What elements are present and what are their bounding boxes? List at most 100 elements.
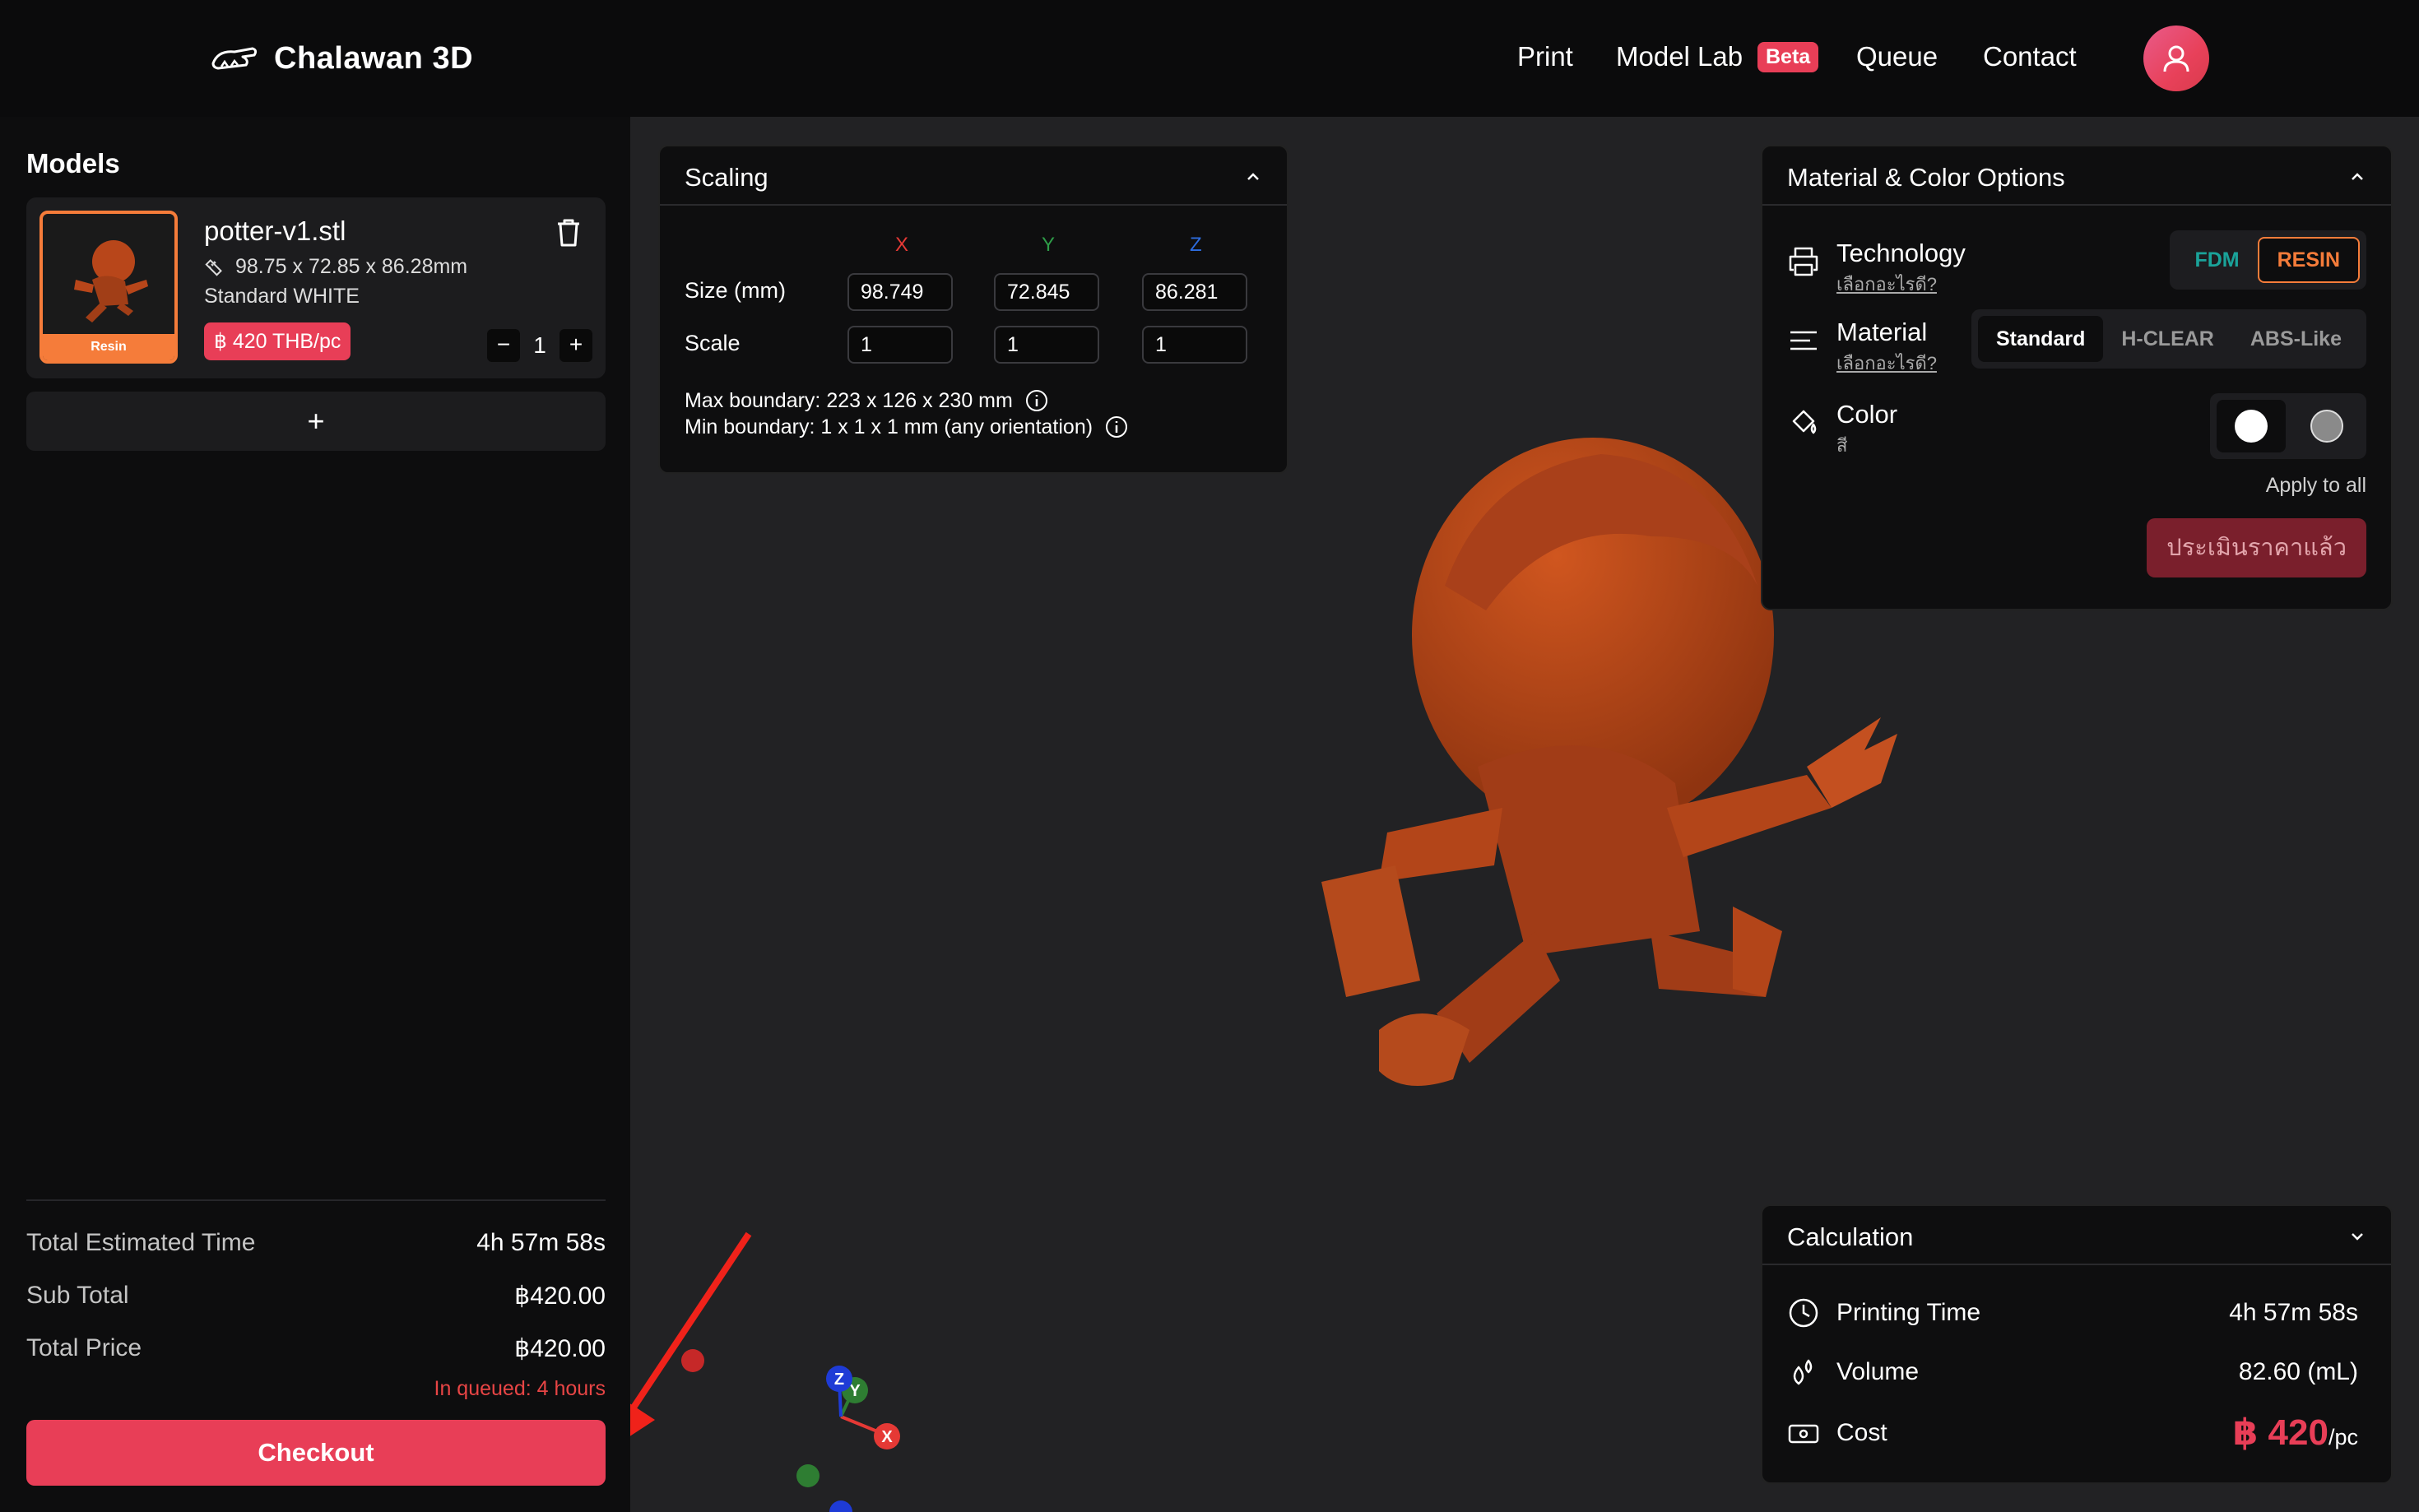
checkout-button[interactable]: Checkout: [26, 1420, 606, 1486]
grey-swatch: [2310, 410, 2343, 443]
cost-unit: /pc: [2328, 1425, 2358, 1449]
model-thumbnail[interactable]: Resin: [39, 211, 178, 364]
color-row: Color สี: [1787, 400, 1897, 460]
summary-divider: [26, 1199, 606, 1201]
cost-display: ฿ 420/pc: [2233, 1412, 2358, 1454]
technology-label: Technology: [1836, 239, 1966, 267]
nav-contact[interactable]: Contact: [1983, 41, 2077, 72]
user-icon: [2163, 45, 2189, 72]
quantity-stepper: − 1 +: [487, 329, 592, 362]
trash-icon[interactable]: [555, 217, 583, 248]
gizmo-z-label: Z: [834, 1371, 844, 1389]
scaling-panel-header[interactable]: Scaling: [660, 146, 1287, 206]
align-lines-icon: [1790, 331, 1817, 350]
info-icon[interactable]: [1024, 388, 1049, 413]
model-price-badge: ฿ 420 THB/pc: [204, 322, 351, 360]
apply-to-all-link[interactable]: Apply to all: [2266, 474, 2366, 498]
printer-icon: [1789, 247, 1818, 276]
summary-subtotal-row: Sub Total ฿420.00: [26, 1282, 606, 1315]
model-card[interactable]: Resin potter-v1.stl 98.75 x 72.85 x 86.2…: [26, 197, 606, 378]
model-material: Standard WHITE: [204, 285, 360, 308]
min-boundary: Min boundary: 1 x 1 x 1 mm (any orientat…: [685, 415, 1129, 439]
scale-z-input[interactable]: 1: [1142, 326, 1247, 364]
size-z-input[interactable]: 86.281: [1142, 273, 1247, 311]
model-dimensions-text: 98.75 x 72.85 x 86.28mm: [235, 255, 468, 278]
increment-button[interactable]: +: [559, 329, 592, 362]
axis-y-label: Y: [1042, 234, 1056, 256]
printing-time-row: Printing Time 4h 57m 58s: [1787, 1296, 2358, 1329]
crocodile-logo-icon: [211, 47, 258, 70]
technology-help-link[interactable]: เลือกอะไรดี?: [1836, 270, 1966, 299]
printing-time-value: 4h 57m 58s: [2229, 1299, 2358, 1326]
summary-subtotal-label: Sub Total: [26, 1282, 129, 1309]
axis-z-label: Z: [1190, 234, 1202, 256]
info-icon[interactable]: [1104, 415, 1129, 439]
color-swatch-white[interactable]: [2217, 400, 2286, 452]
material-option-h-clear[interactable]: H-CLEAR: [2103, 316, 2232, 362]
material-panel-title: Material & Color Options: [1787, 163, 2065, 192]
queue-note: In queued: 4 hours: [434, 1377, 606, 1400]
material-option-abs-like[interactable]: ABS-Like: [2232, 316, 2360, 362]
volume-value: 82.60 (mL): [2238, 1358, 2358, 1385]
volume-row: Volume 82.60 (mL): [1787, 1356, 2358, 1389]
tech-option-resin[interactable]: RESIN: [2257, 237, 2360, 283]
3d-viewport[interactable]: Scaling X Y Z Size (mm) 98.749 72.845 86…: [630, 117, 2419, 1512]
model-dimensions: 98.75 x 72.85 x 86.28mm: [204, 255, 467, 279]
tech-option-fdm[interactable]: FDM: [2176, 237, 2257, 283]
decrement-button[interactable]: −: [487, 329, 520, 362]
scale-y-input[interactable]: 1: [994, 326, 1099, 364]
summary-time-value: 4h 57m 58s: [476, 1229, 606, 1256]
nav-queue[interactable]: Queue: [1856, 41, 1938, 72]
material-row: Material เลือกอะไรดี?: [1787, 318, 1937, 378]
material-help-link[interactable]: เลือกอะไรดี?: [1836, 349, 1937, 378]
quantity-value: 1: [533, 332, 546, 358]
top-navbar: Chalawan 3D Print Model Lab Beta Queue C…: [0, 0, 2419, 117]
technology-selector: FDM RESIN: [2170, 230, 2366, 290]
material-option-standard[interactable]: Standard: [1978, 316, 2104, 362]
material-panel-header[interactable]: Material & Color Options: [1762, 146, 2391, 206]
scale-label: Scale: [685, 331, 741, 355]
printing-time-label: Printing Time: [1836, 1299, 1981, 1326]
droplets-icon: [1793, 1359, 1813, 1385]
material-label: Material: [1836, 318, 1928, 346]
color-label: Color: [1836, 400, 1898, 429]
material-selector: Standard H-CLEAR ABS-Like: [1971, 309, 2366, 369]
calculation-panel-header[interactable]: Calculation: [1762, 1206, 2391, 1265]
user-avatar-button[interactable]: [2143, 26, 2209, 91]
axis-x-label: X: [895, 234, 909, 256]
summary-total-row: Total Price ฿420.00: [26, 1334, 606, 1367]
color-selector: [2210, 393, 2366, 459]
min-boundary-text: Min boundary: 1 x 1 x 1 mm (any orientat…: [685, 415, 1093, 438]
chevron-up-icon[interactable]: [2348, 168, 2366, 186]
summary-total-label: Total Price: [26, 1334, 142, 1361]
add-model-button[interactable]: +: [26, 392, 606, 451]
nav-model-lab[interactable]: Model Lab: [1616, 41, 1743, 72]
chevron-up-icon[interactable]: [1244, 168, 1262, 186]
model-thumbnail-image: [74, 240, 148, 322]
brand[interactable]: Chalawan 3D: [210, 38, 473, 79]
neg-z-handle[interactable]: [829, 1500, 852, 1512]
scale-x-input[interactable]: 1: [847, 326, 953, 364]
max-boundary-text: Max boundary: 223 x 126 x 230 mm: [685, 388, 1013, 412]
size-y-input[interactable]: 72.845: [994, 273, 1099, 311]
ruler-icon: [205, 258, 222, 276]
clock-icon: [1789, 1298, 1818, 1328]
scaling-title: Scaling: [685, 163, 768, 192]
color-swatch-grey[interactable]: [2294, 403, 2360, 449]
model-name: potter-v1.stl: [204, 216, 346, 246]
estimate-price-button[interactable]: ประเมินราคาแล้ว: [2147, 518, 2366, 577]
summary-total-value: ฿420.00: [514, 1335, 606, 1362]
size-label: Size (mm): [685, 278, 786, 303]
annotation-arrow-icon: [630, 1231, 752, 1436]
cost-row: Cost ฿ 420/pc: [1787, 1412, 2358, 1454]
nav-print[interactable]: Print: [1517, 41, 1573, 72]
neg-y-handle[interactable]: [796, 1464, 819, 1487]
gizmo-x-label: X: [881, 1428, 893, 1446]
models-title: Models: [26, 148, 120, 179]
chevron-down-icon[interactable]: [2348, 1227, 2366, 1245]
technology-row: Technology เลือกอะไรดี?: [1787, 239, 1966, 299]
paint-bucket-icon: [1792, 410, 1817, 434]
tech-label: Resin: [43, 334, 174, 360]
size-x-input[interactable]: 98.749: [847, 273, 953, 311]
scaling-panel: Scaling X Y Z Size (mm) 98.749 72.845 86…: [658, 145, 1288, 474]
